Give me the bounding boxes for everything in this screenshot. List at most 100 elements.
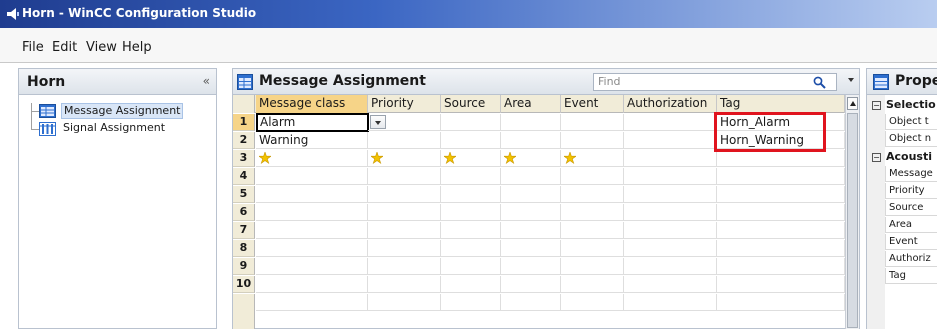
cell-area[interactable] (501, 168, 561, 185)
property-row[interactable]: Priority (885, 183, 937, 199)
column-header-area[interactable]: Area (501, 95, 561, 113)
cell-area[interactable] (501, 204, 561, 221)
cell-tag[interactable] (717, 294, 845, 311)
cell-tag[interactable] (717, 150, 845, 167)
column-header-authorization[interactable]: Authorization (624, 95, 717, 113)
cell-event[interactable] (561, 132, 624, 149)
property-row[interactable]: Source (885, 200, 937, 216)
row-header-3[interactable]: 3 (233, 150, 255, 167)
cell-authorization[interactable] (624, 240, 717, 257)
cell-priority[interactable] (368, 150, 441, 167)
cell-area[interactable] (501, 240, 561, 257)
cell-source[interactable] (441, 114, 501, 131)
row-header-6[interactable]: 6 (233, 204, 255, 221)
tree-item-signal-assignment[interactable]: Signal Assignment (39, 121, 209, 138)
row-header-8[interactable]: 8 (233, 240, 255, 257)
cell-area[interactable] (501, 258, 561, 275)
cell-priority[interactable] (368, 114, 441, 131)
property-row[interactable]: Object n (885, 131, 937, 147)
column-header-message-class[interactable]: Message class (256, 95, 368, 113)
cell-source[interactable] (441, 240, 501, 257)
search-icon[interactable] (813, 76, 826, 89)
tree-item-message-assignment[interactable]: Message Assignment (39, 103, 209, 120)
cell-message-class[interactable]: Warning (256, 132, 368, 149)
cell-area[interactable] (501, 186, 561, 203)
menu-edit[interactable]: Edit (52, 40, 77, 55)
cell-authorization[interactable] (624, 150, 717, 167)
cell-priority[interactable] (368, 186, 441, 203)
cell-tag[interactable] (717, 168, 845, 185)
property-row[interactable]: Event (885, 234, 937, 250)
scroll-thumb[interactable] (847, 113, 858, 328)
cell-source[interactable] (441, 168, 501, 185)
cell-priority[interactable] (368, 204, 441, 221)
property-row[interactable]: Area (885, 217, 937, 233)
cell-priority[interactable] (368, 168, 441, 185)
row-header-2[interactable]: 2 (233, 132, 255, 149)
cell-message-class[interactable] (256, 204, 368, 221)
collapse-toggle-icon[interactable]: − (872, 101, 881, 110)
cell-event[interactable] (561, 222, 624, 239)
cell-priority[interactable] (368, 276, 441, 293)
cell-tag[interactable] (717, 186, 845, 203)
cell-authorization[interactable] (624, 258, 717, 275)
cell-tag[interactable] (717, 222, 845, 239)
cell-message-class[interactable] (256, 276, 368, 293)
column-header-tag[interactable]: Tag (717, 95, 845, 113)
cell-area[interactable] (501, 150, 561, 167)
cell-message-class[interactable] (256, 168, 368, 185)
cell-authorization[interactable] (624, 114, 717, 131)
cell-event[interactable] (561, 204, 624, 221)
property-row[interactable]: Authoriz (885, 251, 937, 267)
dropdown-button[interactable] (370, 115, 386, 129)
menu-view[interactable]: View (86, 40, 117, 55)
cell-event[interactable] (561, 258, 624, 275)
cell-event[interactable] (561, 240, 624, 257)
cell-tag[interactable] (717, 276, 845, 293)
property-row[interactable]: Object t (885, 114, 937, 130)
cell-priority[interactable] (368, 222, 441, 239)
cell-message-class[interactable] (256, 240, 368, 257)
column-header-event[interactable]: Event (561, 95, 624, 113)
cell-authorization[interactable] (624, 168, 717, 185)
cell-source[interactable] (441, 222, 501, 239)
cell-area[interactable] (501, 114, 561, 131)
cell-authorization[interactable] (624, 204, 717, 221)
property-row[interactable]: Tag (885, 268, 937, 284)
cell-source[interactable] (441, 258, 501, 275)
cell-event[interactable] (561, 294, 624, 311)
find-input[interactable]: Find (593, 73, 837, 91)
row-header-9[interactable]: 9 (233, 258, 255, 275)
cell-source[interactable] (441, 186, 501, 203)
property-category-selection[interactable]: − Selectio (867, 97, 937, 113)
cell-priority[interactable] (368, 240, 441, 257)
cell-area[interactable] (501, 222, 561, 239)
cell-message-class[interactable] (256, 294, 368, 311)
cell-event[interactable] (561, 276, 624, 293)
cell-event[interactable] (561, 168, 624, 185)
scroll-up-arrow-icon[interactable] (847, 97, 858, 110)
cell-authorization[interactable] (624, 186, 717, 203)
menu-help[interactable]: Help (122, 40, 152, 55)
cell-area[interactable] (501, 294, 561, 311)
cell-authorization[interactable] (624, 132, 717, 149)
cell-source[interactable] (441, 132, 501, 149)
property-row[interactable]: Message (885, 166, 937, 182)
cell-tag[interactable] (717, 240, 845, 257)
collapse-toggle-icon[interactable]: − (872, 153, 881, 162)
cell-message-class[interactable] (256, 258, 368, 275)
cell-authorization[interactable] (624, 222, 717, 239)
cell-tag[interactable] (717, 204, 845, 221)
vertical-scrollbar[interactable] (845, 95, 859, 329)
cell-priority[interactable] (368, 132, 441, 149)
cell-priority[interactable] (368, 258, 441, 275)
row-header-4[interactable]: 4 (233, 168, 255, 185)
find-options-dropdown-icon[interactable] (848, 78, 854, 82)
cell-message-class[interactable] (256, 186, 368, 203)
cell-event[interactable] (561, 186, 624, 203)
cell-event[interactable] (561, 114, 624, 131)
cell-authorization[interactable] (624, 276, 717, 293)
cell-tag[interactable] (717, 258, 845, 275)
row-header-5[interactable]: 5 (233, 186, 255, 203)
menu-file[interactable]: File (22, 40, 44, 55)
